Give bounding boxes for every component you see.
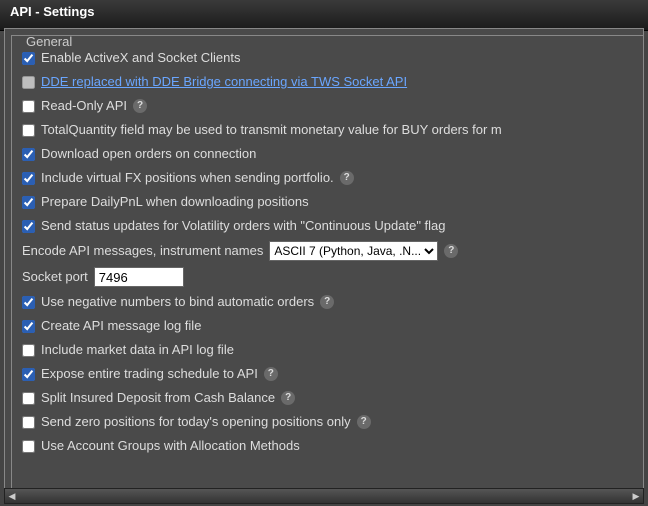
link-dde-bridge[interactable]: DDE replaced with DDE Bridge connecting … — [41, 73, 407, 91]
label-expose-sched: Expose entire trading schedule to API — [41, 365, 258, 383]
label-total-qty: TotalQuantity field may be used to trans… — [41, 121, 502, 139]
checkbox-zero-pos[interactable] — [22, 416, 35, 429]
checkbox-include-fx[interactable] — [22, 172, 35, 185]
checkbox-download-open[interactable] — [22, 148, 35, 161]
checkbox-prepare-pnl[interactable] — [22, 196, 35, 209]
row-mkt-data-log: Include market data in API log file — [20, 338, 635, 362]
row-total-qty: TotalQuantity field may be used to trans… — [20, 118, 635, 142]
api-settings-window: API - Settings General Enable ActiveX an… — [0, 0, 648, 506]
label-msg-log: Create API message log file — [41, 317, 201, 335]
select-encoding[interactable]: ASCII 7 (Python, Java, .N... — [269, 241, 438, 261]
row-prepare-pnl: Prepare DailyPnL when downloading positi… — [20, 190, 635, 214]
window-title: API - Settings — [0, 0, 648, 31]
row-enable-activex: Enable ActiveX and Socket Clients — [20, 46, 635, 70]
checkbox-vol-status[interactable] — [22, 220, 35, 233]
help-icon[interactable]: ? — [264, 367, 278, 381]
help-icon[interactable]: ? — [357, 415, 371, 429]
label-read-only: Read-Only API — [41, 97, 127, 115]
label-vol-status: Send status updates for Volatility order… — [41, 217, 446, 235]
input-socket-port[interactable] — [94, 267, 184, 287]
label-download-open: Download open orders on connection — [41, 145, 256, 163]
label-include-fx: Include virtual FX positions when sendin… — [41, 169, 334, 187]
general-group: General Enable ActiveX and Socket Client… — [11, 35, 643, 489]
help-icon[interactable]: ? — [340, 171, 354, 185]
label-neg-numbers: Use negative numbers to bind automatic o… — [41, 293, 314, 311]
label-acct-groups: Use Account Groups with Allocation Metho… — [41, 437, 300, 455]
label-zero-pos: Send zero positions for today's opening … — [41, 413, 351, 431]
row-split-insured: Split Insured Deposit from Cash Balance … — [20, 386, 635, 410]
checkbox-expose-sched[interactable] — [22, 368, 35, 381]
row-vol-status: Send status updates for Volatility order… — [20, 214, 635, 238]
checkbox-dde-bridge — [22, 76, 35, 89]
checkbox-neg-numbers[interactable] — [22, 296, 35, 309]
label-encode: Encode API messages, instrument names — [22, 242, 263, 260]
label-split-insured: Split Insured Deposit from Cash Balance — [41, 389, 275, 407]
checkbox-enable-activex[interactable] — [22, 52, 35, 65]
row-dde-bridge: DDE replaced with DDE Bridge connecting … — [20, 70, 635, 94]
scroll-right-icon[interactable]: ▶ — [629, 490, 643, 502]
checkbox-total-qty[interactable] — [22, 124, 35, 137]
label-mkt-data-log: Include market data in API log file — [41, 341, 234, 359]
help-icon[interactable]: ? — [133, 99, 147, 113]
settings-panel: General Enable ActiveX and Socket Client… — [4, 28, 644, 490]
help-icon[interactable]: ? — [320, 295, 334, 309]
label-socket-port: Socket port — [22, 268, 88, 286]
checkbox-msg-log[interactable] — [22, 320, 35, 333]
help-icon[interactable]: ? — [281, 391, 295, 405]
checkbox-read-only[interactable] — [22, 100, 35, 113]
row-zero-pos: Send zero positions for today's opening … — [20, 410, 635, 434]
row-expose-sched: Expose entire trading schedule to API ? — [20, 362, 635, 386]
row-socket-port: Socket port — [20, 264, 635, 290]
checkbox-acct-groups[interactable] — [22, 440, 35, 453]
row-download-open: Download open orders on connection — [20, 142, 635, 166]
checkbox-split-insured[interactable] — [22, 392, 35, 405]
row-read-only: Read-Only API ? — [20, 94, 635, 118]
checkbox-mkt-data-log[interactable] — [22, 344, 35, 357]
horizontal-scrollbar[interactable]: ◀ ▶ — [4, 488, 644, 504]
label-prepare-pnl: Prepare DailyPnL when downloading positi… — [41, 193, 309, 211]
scroll-left-icon[interactable]: ◀ — [5, 490, 19, 502]
row-acct-groups: Use Account Groups with Allocation Metho… — [20, 434, 635, 458]
row-neg-numbers: Use negative numbers to bind automatic o… — [20, 290, 635, 314]
group-label: General — [22, 35, 76, 49]
row-encode: Encode API messages, instrument names AS… — [20, 238, 635, 264]
label-enable-activex: Enable ActiveX and Socket Clients — [41, 49, 240, 67]
row-msg-log: Create API message log file — [20, 314, 635, 338]
help-icon[interactable]: ? — [444, 244, 458, 258]
row-include-fx: Include virtual FX positions when sendin… — [20, 166, 635, 190]
